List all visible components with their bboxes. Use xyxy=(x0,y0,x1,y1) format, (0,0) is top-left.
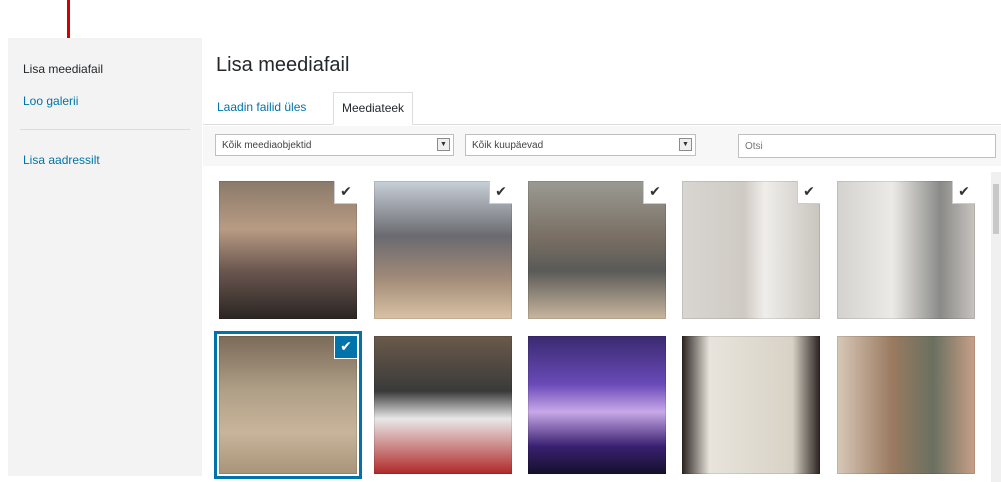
media-thumbnail[interactable] xyxy=(374,336,512,474)
media-thumbnail[interactable]: ✔ xyxy=(837,181,975,319)
media-type-select[interactable]: Kõik meediaobjektid ▼ xyxy=(215,134,454,156)
media-thumbnail[interactable]: ✔ xyxy=(682,181,820,319)
checkmark-icon[interactable]: ✔ xyxy=(490,181,512,203)
media-date-select-value: Kõik kuupäevad xyxy=(472,140,544,151)
media-tabs: Laadin failid üles Meediateek xyxy=(203,88,1001,125)
media-thumbnail[interactable]: ✔ xyxy=(528,181,666,319)
chevron-down-icon: ▼ xyxy=(679,138,692,151)
sidebar-item-add-media[interactable]: Lisa meediafail xyxy=(23,62,103,76)
media-thumbnail[interactable]: ✔ xyxy=(214,331,362,479)
checkmark-icon[interactable]: ✔ xyxy=(953,181,975,203)
checkmark-icon[interactable]: ✔ xyxy=(335,336,357,358)
page-title: Lisa meediafail xyxy=(216,54,350,76)
checkmark-icon[interactable]: ✔ xyxy=(798,181,820,203)
media-type-select-value: Kõik meediaobjektid xyxy=(222,140,312,151)
media-thumbnail[interactable] xyxy=(837,336,975,474)
sidebar-divider xyxy=(20,129,190,130)
sidebar-item-create-gallery[interactable]: Loo galerii xyxy=(23,94,78,108)
checkmark-icon[interactable]: ✔ xyxy=(335,181,357,203)
media-grid-scrollbar[interactable] xyxy=(991,172,1001,482)
media-thumbnail[interactable]: ✔ xyxy=(219,181,357,319)
media-thumbnail[interactable]: ✔ xyxy=(374,181,512,319)
chevron-down-icon: ▼ xyxy=(437,138,450,151)
checkmark-icon[interactable]: ✔ xyxy=(644,181,666,203)
media-date-select[interactable]: Kõik kuupäevad ▼ xyxy=(465,134,696,156)
media-sidebar: Lisa meediafail Loo galerii Lisa aadress… xyxy=(8,38,202,476)
tab-media-library[interactable]: Meediateek xyxy=(333,92,414,125)
sidebar-item-insert-from-url[interactable]: Lisa aadressilt xyxy=(23,153,100,167)
media-thumbnail[interactable] xyxy=(682,336,820,474)
scrollbar-thumb[interactable] xyxy=(993,184,999,234)
tab-upload-files[interactable]: Laadin failid üles xyxy=(209,92,314,123)
media-filter-toolbar: Kõik meediaobjektid ▼ Kõik kuupäevad ▼ xyxy=(203,126,1001,166)
media-search-input[interactable] xyxy=(738,134,996,158)
media-thumbnail[interactable] xyxy=(528,336,666,474)
